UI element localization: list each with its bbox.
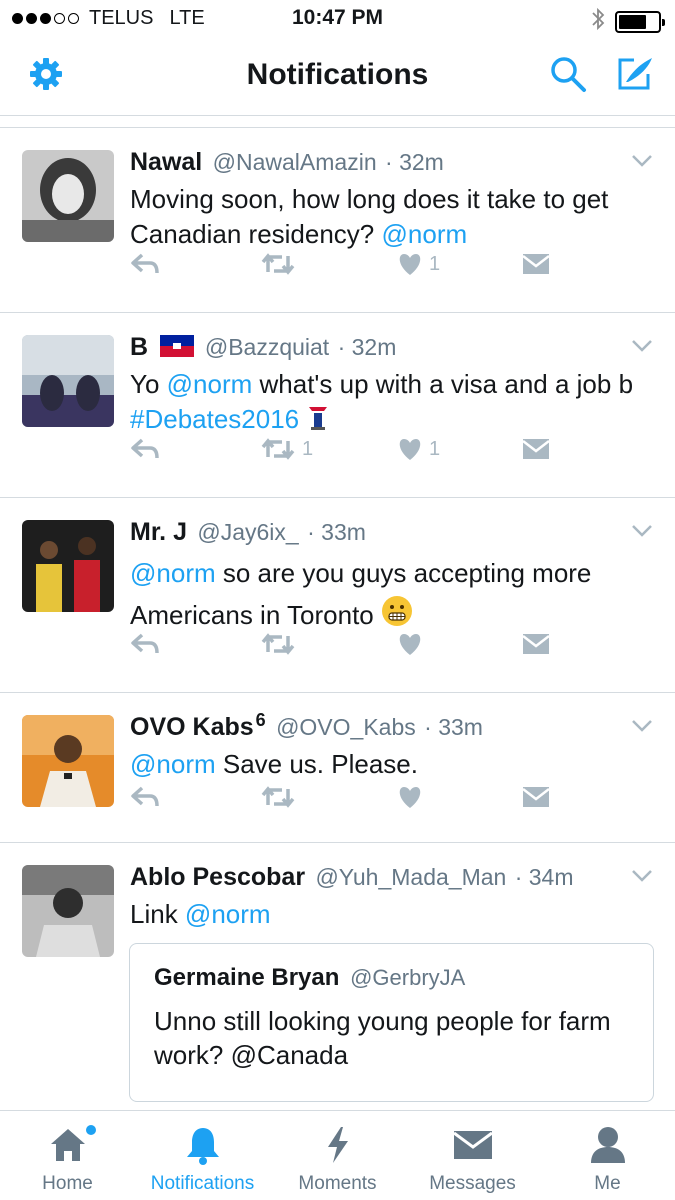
avatar[interactable]: [22, 335, 114, 427]
mention-link[interactable]: @norm: [167, 369, 253, 399]
mention-link[interactable]: @norm: [382, 219, 468, 249]
notifications-feed: Nawal @NawalAmazin · 32m Moving soon, ho…: [0, 127, 675, 1123]
heart-icon[interactable]: [397, 785, 429, 809]
tab-label: Notifications: [150, 1173, 255, 1194]
author-name[interactable]: Mr. J: [130, 518, 187, 546]
author-name[interactable]: Nawal: [130, 148, 202, 176]
tab-me[interactable]: Me: [540, 1111, 675, 1200]
name-suffix: 6: [255, 710, 266, 730]
tweet-text: @norm Save us. Please.: [130, 749, 418, 779]
tab-label: Home: [42, 1173, 93, 1194]
direct-message-icon[interactable]: [522, 438, 550, 460]
heart-icon[interactable]: 1: [397, 437, 440, 461]
podium-icon: [306, 403, 330, 440]
tweet-time: · 34m: [514, 864, 574, 890]
direct-message-icon[interactable]: [522, 786, 550, 808]
chevron-down-icon[interactable]: [631, 524, 653, 543]
author-name[interactable]: B: [130, 333, 148, 361]
mention-link[interactable]: @norm: [185, 899, 271, 929]
envelope-icon: [452, 1123, 493, 1167]
heart-icon[interactable]: [397, 632, 429, 656]
tweet-item[interactable]: Nawal @NawalAmazin · 32m Moving soon, ho…: [0, 128, 675, 313]
reply-icon[interactable]: [130, 786, 160, 808]
chevron-down-icon[interactable]: [631, 719, 653, 738]
retweet-count: 1: [302, 437, 314, 460]
author-handle[interactable]: @OVO_Kabs: [276, 714, 416, 740]
heart-icon[interactable]: 1: [397, 252, 440, 276]
avatar[interactable]: [22, 865, 114, 957]
reply-icon[interactable]: [130, 253, 160, 275]
direct-message-icon[interactable]: [522, 633, 550, 655]
tab-notifications[interactable]: Notifications: [135, 1111, 270, 1200]
reply-icon[interactable]: [130, 438, 160, 460]
quoted-tweet-text: Unno still looking young people for farm…: [154, 1006, 611, 1070]
home-icon: [48, 1123, 88, 1167]
hashtag-link[interactable]: #Debates2016: [130, 404, 299, 434]
tweet-text: Moving soon, how long does it take to ge…: [130, 184, 609, 249]
tab-label: Messages: [429, 1173, 516, 1194]
tweet-time: · 32m: [385, 149, 444, 175]
lightning-icon: [325, 1123, 351, 1167]
reply-icon[interactable]: [130, 633, 160, 655]
person-icon: [589, 1123, 627, 1167]
direct-message-icon[interactable]: [522, 253, 550, 275]
tweet-time: · 32m: [337, 334, 397, 360]
compose-icon[interactable]: [614, 54, 654, 94]
battery-icon: [615, 10, 665, 33]
author-handle[interactable]: @Jay6ix_: [197, 519, 298, 545]
chevron-down-icon[interactable]: [631, 154, 653, 173]
avatar[interactable]: [22, 715, 114, 807]
bell-icon: [184, 1123, 222, 1167]
retweet-icon[interactable]: [260, 785, 302, 809]
navigation-bar: Notifications: [0, 40, 675, 116]
quoted-tweet[interactable]: Germaine Bryan @GerbryJA Unno still look…: [129, 943, 654, 1102]
tab-home[interactable]: Home: [0, 1111, 135, 1200]
mention-link[interactable]: @norm: [130, 558, 216, 588]
like-count: 1: [429, 437, 441, 460]
like-count: 1: [429, 252, 441, 275]
avatar[interactable]: [22, 520, 114, 612]
tweet-item[interactable]: B @Bazzquiat · 32m Yo @norm what's up wi…: [0, 313, 675, 498]
chevron-down-icon[interactable]: [631, 869, 653, 888]
tweet-text: Link @norm: [130, 899, 271, 929]
status-bar: TELUS LTE 10:47 PM: [0, 0, 675, 40]
quoted-author-handle: @GerbryJA: [350, 965, 466, 990]
retweet-icon[interactable]: [260, 252, 302, 276]
tweet-time: · 33m: [424, 714, 483, 740]
author-name[interactable]: OVO Kabs: [130, 713, 254, 741]
tab-moments[interactable]: Moments: [270, 1111, 405, 1200]
tab-label: Moments: [298, 1173, 377, 1194]
author-handle[interactable]: @NawalAmazin: [213, 149, 377, 175]
retweet-icon[interactable]: 1: [260, 437, 313, 461]
tweet-item[interactable]: Mr. J @Jay6ix_ · 33m @norm so are you gu…: [0, 498, 675, 693]
quoted-author-name: Germaine Bryan: [154, 964, 340, 991]
tweet-text: @norm so are you guys accepting more Ame…: [130, 552, 650, 639]
clock: 10:47 PM: [291, 6, 384, 29]
tweet-time: · 33m: [307, 519, 366, 545]
avatar[interactable]: [22, 150, 114, 242]
author-name[interactable]: Ablo Pescobar: [130, 863, 305, 891]
author-handle[interactable]: @Bazzquiat: [205, 334, 329, 360]
tweet-item[interactable]: Ablo Pescobar @Yuh_Mada_Man · 34m Link @…: [0, 843, 675, 1123]
mention-link[interactable]: @norm: [130, 749, 216, 779]
tweet-text: Yo @norm what's up with a visa and a job…: [130, 367, 650, 440]
tab-bar: Home Notifications Moments Messages Me: [0, 1110, 675, 1200]
tab-label: Me: [594, 1173, 621, 1194]
search-icon[interactable]: [548, 54, 588, 94]
tab-messages[interactable]: Messages: [405, 1111, 540, 1200]
unread-dot: [86, 1125, 96, 1135]
tweet-item[interactable]: OVO Kabs 6 @OVO_Kabs · 33m @norm Save us.…: [0, 693, 675, 843]
chevron-down-icon[interactable]: [631, 339, 653, 358]
bluetooth-icon: [591, 7, 605, 36]
author-handle[interactable]: @Yuh_Mada_Man: [315, 864, 506, 890]
retweet-icon[interactable]: [260, 632, 302, 656]
haiti-flag-icon: [160, 334, 195, 363]
